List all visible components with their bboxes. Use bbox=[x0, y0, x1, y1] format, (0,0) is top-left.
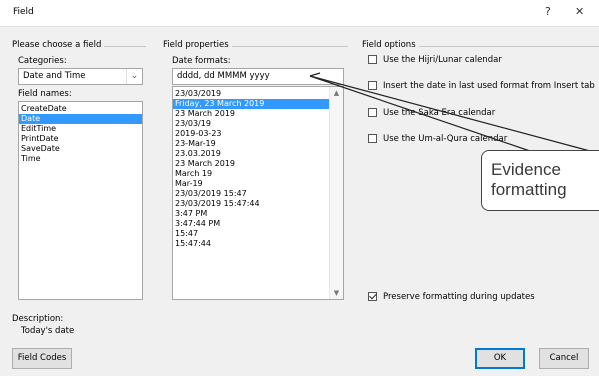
field-names-list[interactable]: CreateDate Date EditTime PrintDate SaveDate T… bbox=[18, 101, 143, 300]
cancel-button[interactable]: Cancel bbox=[539, 348, 589, 369]
field-name-item[interactable]: EditTime bbox=[19, 124, 142, 134]
hijri-calendar-label: Use the Hijri/Lunar calendar bbox=[383, 55, 502, 65]
date-format-item[interactable]: 23 March 2019 bbox=[173, 109, 343, 119]
date-formats-scrollbar[interactable]: ▲ ▼ bbox=[329, 87, 343, 299]
date-format-value: dddd, dd MMMM yyyy bbox=[177, 71, 270, 81]
checkbox-icon[interactable] bbox=[368, 81, 377, 90]
help-button[interactable]: ? bbox=[545, 5, 551, 18]
close-button[interactable]: ✕ bbox=[575, 5, 584, 18]
date-format-item[interactable]: 23/03/2019 bbox=[173, 89, 343, 99]
date-format-item[interactable]: 23/03/19 bbox=[173, 119, 343, 129]
preserve-formatting-label: Preserve formatting during updates bbox=[383, 292, 535, 302]
chevron-down-icon[interactable]: ⌄ bbox=[126, 69, 142, 84]
date-format-item[interactable]: 3:47 PM bbox=[173, 209, 343, 219]
last-used-format-checkbox[interactable]: Insert the date in last used format from… bbox=[368, 81, 595, 91]
scroll-up-icon[interactable]: ▲ bbox=[330, 87, 343, 99]
date-format-item-items: 23/03/2019 Friday, 23 March 2019 23 March … bbox=[173, 87, 343, 249]
checkbox-icon[interactable] bbox=[368, 108, 377, 117]
date-format-item[interactable]: 23/03/2019 15:47 bbox=[173, 189, 343, 199]
date-format-item[interactable]: 2019-03-23 bbox=[173, 129, 343, 139]
date-format-item[interactable]: Mar-19 bbox=[173, 179, 343, 189]
date-format-item[interactable]: 3:47:44 PM bbox=[173, 219, 343, 229]
field-name-item[interactable]: Time bbox=[19, 154, 142, 164]
date-format-item[interactable]: 23.03.2019 bbox=[173, 149, 343, 159]
callout-line-1: Evidence bbox=[491, 160, 561, 179]
date-format-input[interactable]: dddd, dd MMMM yyyy bbox=[172, 68, 344, 85]
saka-calendar-checkbox[interactable]: Use the Saka Era calendar bbox=[368, 108, 495, 118]
saka-calendar-label: Use the Saka Era calendar bbox=[383, 108, 496, 118]
field-name-item[interactable]: PrintDate bbox=[19, 134, 142, 144]
date-format-item[interactable]: 23-Mar-19 bbox=[173, 139, 343, 149]
title-bar: Field ? ✕ bbox=[0, 0, 599, 27]
field-names-label: Field names: bbox=[18, 89, 72, 99]
categories-value: Date and Time bbox=[23, 71, 86, 81]
field-options-group-label: Field options bbox=[362, 40, 419, 50]
field-name-item[interactable]: Date bbox=[19, 114, 142, 124]
categories-label: Categories: bbox=[18, 56, 67, 66]
field-name-item[interactable]: SaveDate bbox=[19, 144, 142, 154]
ok-button[interactable]: OK bbox=[475, 348, 525, 369]
date-format-item[interactable]: Friday, 23 March 2019 bbox=[173, 99, 343, 109]
dialog-title: Field bbox=[13, 7, 34, 17]
field-name-item-items: CreateDate Date EditTime PrintDate SaveDate T… bbox=[19, 102, 142, 164]
choose-field-group-label: Please choose a field bbox=[12, 40, 105, 50]
callout-line-2: formatting bbox=[491, 180, 567, 199]
preserve-formatting-checkbox[interactable]: Preserve formatting during updates bbox=[368, 292, 535, 302]
checkmark-icon[interactable] bbox=[368, 292, 377, 301]
date-formats-label: Date formats: bbox=[172, 56, 231, 66]
scroll-down-icon[interactable]: ▼ bbox=[330, 287, 343, 299]
field-properties-group-label: Field properties bbox=[163, 40, 232, 50]
description-label: Description: bbox=[12, 314, 64, 324]
field-codes-button[interactable]: Field Codes bbox=[12, 348, 72, 369]
last-used-format-label: Insert the date in last used format from… bbox=[383, 81, 595, 91]
description-text: Today's date bbox=[21, 326, 75, 336]
field-name-item[interactable]: CreateDate bbox=[19, 104, 142, 114]
date-format-item[interactable]: 23 March 2019 bbox=[173, 159, 343, 169]
checkbox-icon[interactable] bbox=[368, 55, 377, 64]
hijri-calendar-checkbox[interactable]: Use the Hijri/Lunar calendar bbox=[368, 55, 502, 65]
categories-select[interactable]: Date and Time ⌄ bbox=[18, 68, 143, 85]
date-format-item[interactable]: March 19 bbox=[173, 169, 343, 179]
date-format-item[interactable]: 23/03/2019 15:47:44 bbox=[173, 199, 343, 209]
um-al-qura-calendar-checkbox[interactable]: Use the Um-al-Qura calendar bbox=[368, 134, 507, 144]
evidence-callout: Evidence formatting bbox=[481, 150, 599, 211]
checkbox-icon[interactable] bbox=[368, 134, 377, 143]
date-format-item[interactable]: 15:47 bbox=[173, 229, 343, 239]
date-format-item[interactable]: 15:47:44 bbox=[173, 239, 343, 249]
um-al-qura-calendar-label: Use the Um-al-Qura calendar bbox=[383, 134, 508, 144]
date-formats-list[interactable]: 23/03/2019 Friday, 23 March 2019 23 March … bbox=[172, 86, 344, 300]
